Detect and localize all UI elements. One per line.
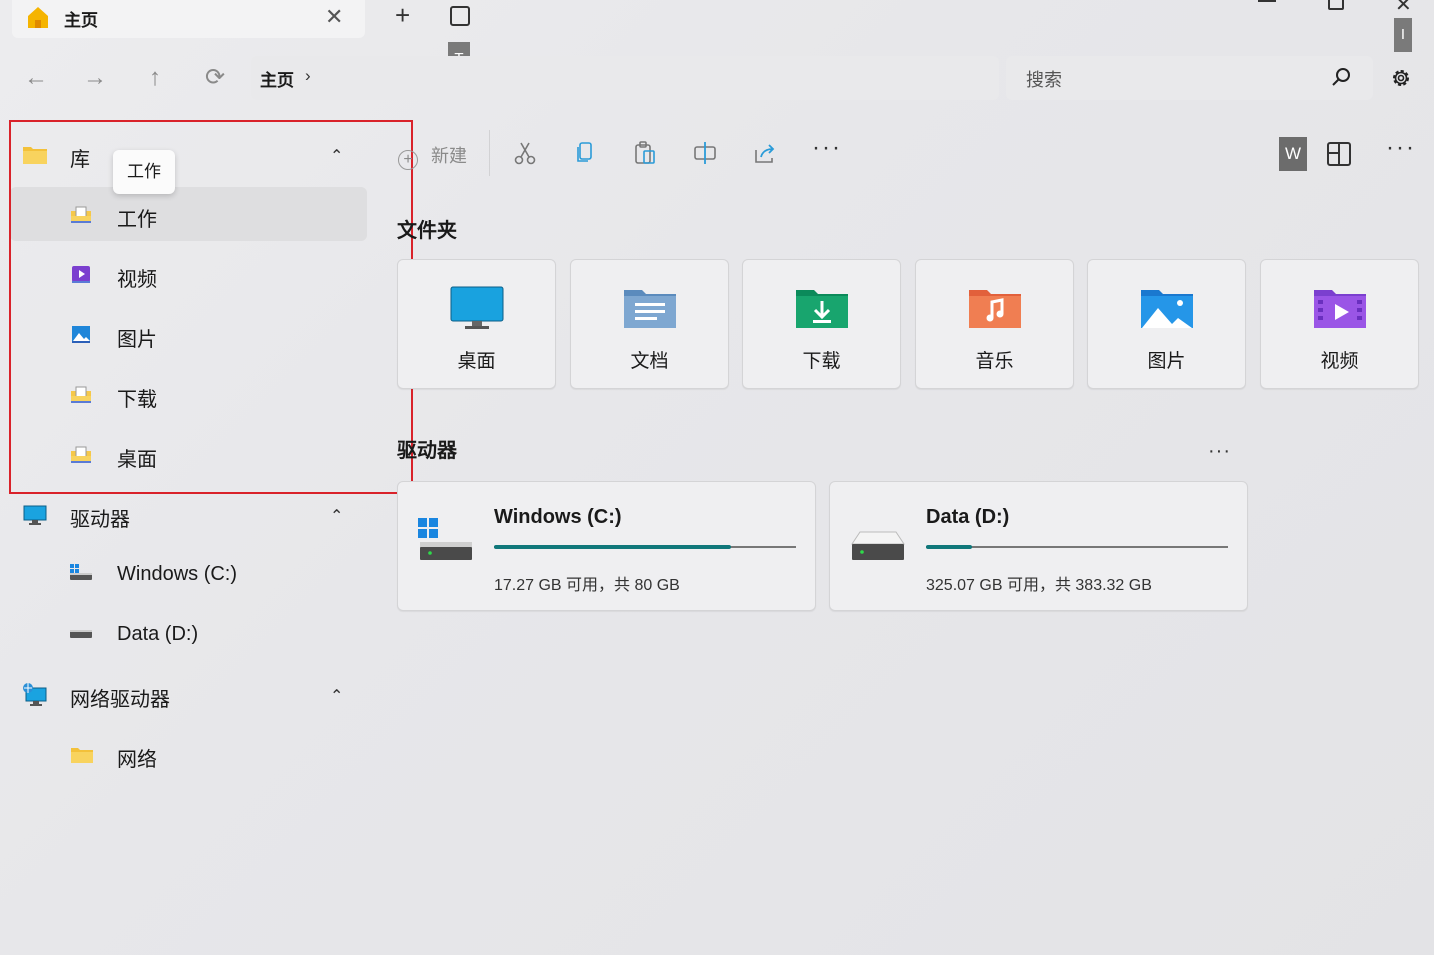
folder-card-pictures[interactable]: 图片	[1087, 259, 1246, 389]
home-icon	[28, 7, 48, 28]
more-options-button[interactable]: ···	[812, 134, 842, 162]
copy-icon[interactable]	[573, 140, 597, 166]
chevron-up-icon[interactable]: ⌃	[330, 506, 343, 526]
layout-icon[interactable]	[1327, 142, 1351, 166]
folder-card-documents[interactable]: 文档	[570, 259, 729, 389]
toolbar-separator	[489, 130, 490, 176]
tab-title: 主页	[64, 11, 98, 30]
gear-icon[interactable]	[1389, 66, 1413, 90]
music-icon	[969, 290, 1021, 328]
folder-icon	[71, 748, 93, 763]
drive-name: Windows (C:)	[494, 506, 622, 528]
drive-card-d[interactable]: Data (D:) 325.07 GB 可用，共 383.32 GB	[829, 481, 1248, 611]
tooltip-work: 工作	[113, 150, 175, 194]
tab-close-icon[interactable]: ✕	[325, 4, 343, 30]
chevron-up-icon[interactable]: ⌃	[330, 686, 343, 706]
network-drive-icon	[23, 683, 47, 706]
folder-card-music[interactable]: 音乐	[915, 259, 1074, 389]
pictures-icon	[1141, 290, 1193, 328]
cut-icon[interactable]	[513, 140, 537, 166]
desktop-icon	[450, 286, 504, 329]
sidebar-item-network[interactable]: 网络	[117, 743, 157, 772]
documents-icon	[624, 290, 676, 328]
more-menu-button[interactable]: ···	[1386, 134, 1416, 162]
duplicate-tab-icon[interactable]	[450, 6, 470, 26]
drive-usage-bar	[926, 545, 1228, 549]
drive-info: 325.07 GB 可用，共 383.32 GB	[926, 577, 1152, 594]
tooltip-i: I	[1394, 18, 1412, 52]
back-button[interactable]: ←	[18, 60, 54, 96]
add-circle-icon: +	[398, 150, 418, 170]
breadcrumb-chevron-icon[interactable]: ›	[305, 66, 311, 86]
window-close-icon[interactable]: ✕	[1395, 0, 1412, 17]
drives-more-button[interactable]: ···	[1208, 440, 1231, 463]
folder-label: 文档	[630, 351, 669, 372]
folder-label: 桌面	[457, 351, 496, 372]
drive-usage-fill	[494, 545, 731, 549]
sidebar-section-drives[interactable]: 驱动器	[70, 503, 130, 532]
paste-icon[interactable]	[633, 140, 657, 166]
highlight-box	[9, 120, 413, 494]
tooltip-w: W	[1279, 137, 1307, 171]
drive-usage-bar	[494, 545, 796, 549]
address-bar[interactable]	[251, 56, 999, 100]
new-button[interactable]: + 新建	[398, 142, 467, 170]
new-tab-button[interactable]: +	[395, 0, 410, 31]
sidebar-section-network-drives[interactable]: 网络驱动器	[70, 683, 170, 712]
maximize-icon[interactable]	[1328, 0, 1344, 10]
downloads-icon	[796, 290, 848, 328]
share-icon[interactable]	[753, 140, 777, 166]
drive-info: 17.27 GB 可用，共 80 GB	[494, 577, 680, 594]
refresh-button[interactable]: ⟳	[197, 60, 233, 96]
sidebar-item-windows-c[interactable]: Windows (C:)	[117, 563, 237, 586]
rename-icon[interactable]	[693, 140, 717, 166]
forward-button[interactable]: →	[77, 60, 113, 96]
videos-icon	[1314, 290, 1366, 328]
minimize-icon[interactable]	[1258, 0, 1276, 2]
windows-drive-icon	[418, 518, 472, 560]
folder-label: 音乐	[975, 351, 1014, 372]
search-icon[interactable]	[1330, 66, 1352, 88]
drive-card-c[interactable]: Windows (C:) 17.27 GB 可用，共 80 GB	[397, 481, 816, 611]
drive-usage-fill	[926, 545, 972, 549]
windows-drive-icon	[70, 564, 92, 580]
folder-card-downloads[interactable]: 下载	[742, 259, 901, 389]
drive-icon	[851, 531, 905, 560]
folders-title: 文件夹	[397, 220, 457, 242]
up-button[interactable]: ↑	[137, 60, 173, 96]
drive-icon	[70, 630, 92, 638]
folder-card-desktop[interactable]: 桌面	[397, 259, 556, 389]
folder-label: 下载	[802, 351, 841, 372]
search-placeholder: 搜索	[1026, 70, 1062, 90]
drives-title: 驱动器	[397, 440, 457, 462]
drive-name: Data (D:)	[926, 506, 1010, 528]
sidebar-item-data-d[interactable]: Data (D:)	[117, 623, 198, 646]
folder-card-videos[interactable]: 视频	[1260, 259, 1419, 389]
folder-label: 视频	[1320, 351, 1359, 372]
monitor-icon	[23, 505, 47, 525]
breadcrumb-home[interactable]: 主页	[260, 66, 294, 91]
folder-label: 图片	[1147, 351, 1186, 372]
new-button-label: 新建	[431, 146, 468, 166]
